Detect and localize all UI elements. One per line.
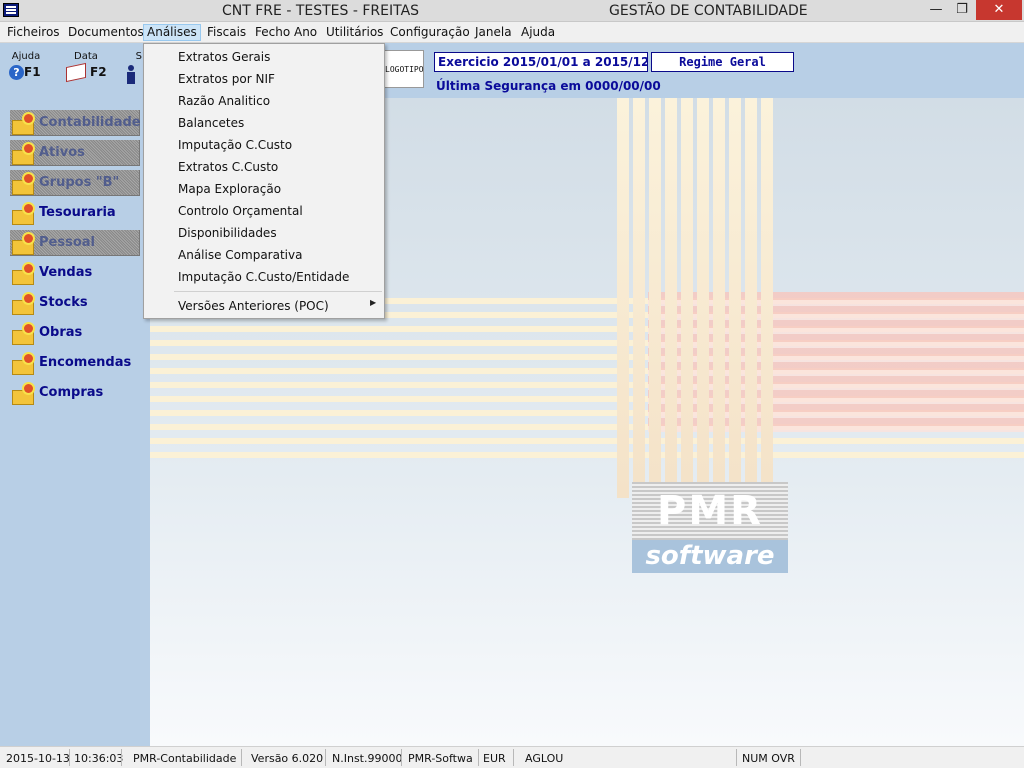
date-tool-button[interactable]: Data F2 bbox=[66, 51, 107, 87]
session-caption: S bbox=[135, 51, 142, 62]
sidebar-item-vendas[interactable]: Vendas bbox=[10, 260, 140, 286]
sidebar-item-contabilidade[interactable]: Contabilidade bbox=[10, 110, 141, 136]
app-module-title: GESTÃO DE CONTABILIDADE bbox=[609, 3, 808, 19]
folder-icon bbox=[12, 234, 36, 255]
status-company: PMR-Softwa bbox=[408, 752, 473, 765]
status-app: PMR-Contabilidade bbox=[133, 752, 237, 765]
restore-button[interactable]: ❐ bbox=[948, 0, 976, 20]
menu-fecho-ano[interactable]: Fecho Ano bbox=[252, 24, 320, 41]
status-version: Versão 6.020 bbox=[251, 752, 324, 765]
help-icon: ? bbox=[9, 65, 24, 80]
menu-janela[interactable]: Janela bbox=[472, 24, 515, 41]
sidebar-item-label: Pessoal bbox=[39, 235, 95, 250]
folder-icon bbox=[12, 384, 36, 405]
submenu-arrow-icon: ▶ bbox=[370, 298, 377, 307]
menu-item-versoes-anteriores[interactable]: Versões Anteriores (POC) bbox=[178, 299, 329, 313]
title-bar: CNT FRE - TESTES - FREITAS GESTÃO DE CON… bbox=[0, 0, 1024, 22]
software-logo-text: software bbox=[632, 540, 788, 573]
analises-dropdown-menu: Extratos Gerais Extratos por NIF Razão A… bbox=[143, 43, 385, 319]
menu-item-balancetes[interactable]: Balancetes bbox=[178, 116, 244, 130]
minimize-button[interactable]: — bbox=[922, 0, 950, 20]
sidebar-item-compras[interactable]: Compras bbox=[10, 380, 140, 406]
sidebar-item-label: Vendas bbox=[39, 265, 93, 280]
folder-icon bbox=[12, 144, 36, 165]
folder-icon bbox=[12, 174, 36, 195]
menu-item-mapa-exploracao[interactable]: Mapa Exploração bbox=[178, 182, 281, 196]
sidebar-item-tesouraria[interactable]: Tesouraria bbox=[10, 200, 140, 226]
company-logo-placeholder: LOGOTIPO bbox=[384, 50, 424, 88]
sidebar-item-label: Stocks bbox=[39, 295, 88, 310]
status-date: 2015-10-13 bbox=[6, 752, 70, 765]
menu-item-controlo-orcamental[interactable]: Controlo Orçamental bbox=[178, 204, 303, 218]
help-caption: Ajuda bbox=[11, 51, 41, 62]
sidebar-item-label: Encomendas bbox=[39, 355, 132, 370]
module-sidebar: Contabilidade Ativos Grupos "B" Tesourar… bbox=[0, 98, 150, 746]
status-install: N.Inst.99000 bbox=[332, 752, 403, 765]
pmr-logo: PMR bbox=[632, 482, 788, 540]
date-caption: Data bbox=[74, 51, 98, 62]
sidebar-item-label: Contabilidade bbox=[39, 115, 141, 130]
folder-icon bbox=[12, 204, 36, 225]
person-icon bbox=[126, 65, 136, 85]
help-tool-button[interactable]: Ajuda ? F1 bbox=[6, 51, 46, 87]
close-button[interactable]: ✕ bbox=[976, 0, 1022, 20]
exercise-period[interactable]: Exercicio 2015/01/01 a 2015/12/31 bbox=[434, 52, 648, 72]
menu-ficheiros[interactable]: Ficheiros bbox=[4, 24, 63, 41]
sidebar-item-label: Ativos bbox=[39, 145, 85, 160]
status-currency: EUR bbox=[483, 752, 506, 765]
status-time: 10:36:03 bbox=[74, 752, 124, 765]
menu-separator bbox=[174, 291, 382, 292]
sidebar-item-ativos[interactable]: Ativos bbox=[10, 140, 140, 166]
folder-icon bbox=[12, 294, 36, 315]
menu-item-disponibilidades[interactable]: Disponibilidades bbox=[178, 226, 277, 240]
background-columns bbox=[617, 98, 789, 498]
folder-icon bbox=[12, 264, 36, 285]
status-user: AGLOU bbox=[525, 752, 564, 765]
menu-ajuda[interactable]: Ajuda bbox=[518, 24, 558, 41]
help-shortcut: F1 bbox=[24, 65, 41, 79]
date-shortcut: F2 bbox=[90, 65, 107, 79]
sidebar-item-label: Grupos "B" bbox=[39, 175, 120, 190]
menu-documentos[interactable]: Documentos bbox=[65, 24, 147, 41]
menu-item-imputacao-ccusto[interactable]: Imputação C.Custo bbox=[178, 138, 292, 152]
menu-item-analise-comparativa[interactable]: Análise Comparativa bbox=[178, 248, 302, 262]
menu-fiscais[interactable]: Fiscais bbox=[204, 24, 249, 41]
calendar-icon bbox=[66, 62, 86, 83]
menu-configuracao[interactable]: Configuração bbox=[387, 24, 473, 41]
sidebar-item-obras[interactable]: Obras bbox=[10, 320, 140, 346]
menu-utilitarios[interactable]: Utilitários bbox=[323, 24, 386, 41]
menu-item-razao-analitico[interactable]: Razão Analitico bbox=[178, 94, 270, 108]
status-keys: NUM OVR bbox=[742, 752, 795, 765]
app-icon[interactable] bbox=[3, 3, 19, 17]
session-tool-button[interactable]: S bbox=[126, 51, 142, 87]
menu-bar: Ficheiros Documentos Análises Fiscais Fe… bbox=[0, 22, 1024, 43]
sidebar-item-pessoal[interactable]: Pessoal bbox=[10, 230, 140, 256]
status-bar: 2015-10-13 10:36:03 PMR-Contabilidade Ve… bbox=[0, 746, 1024, 768]
sidebar-item-label: Obras bbox=[39, 325, 83, 340]
sidebar-item-stocks[interactable]: Stocks bbox=[10, 290, 140, 316]
menu-item-imputacao-ccusto-entidade[interactable]: Imputação C.Custo/Entidade bbox=[178, 270, 349, 284]
regime-label: Regime Geral bbox=[651, 52, 794, 72]
sidebar-item-label: Tesouraria bbox=[39, 205, 116, 220]
window-title: CNT FRE - TESTES - FREITAS bbox=[222, 3, 420, 19]
menu-analises[interactable]: Análises bbox=[143, 24, 201, 41]
sidebar-item-encomendas[interactable]: Encomendas bbox=[10, 350, 140, 376]
folder-icon bbox=[12, 324, 36, 345]
folder-icon bbox=[12, 114, 36, 135]
sidebar-item-grupos-b[interactable]: Grupos "B" bbox=[10, 170, 140, 196]
last-backup-label: Última Segurança em 0000/00/00 bbox=[436, 79, 661, 93]
folder-icon bbox=[12, 354, 36, 375]
menu-item-extratos-nif[interactable]: Extratos por NIF bbox=[178, 72, 275, 86]
menu-item-extratos-ccusto[interactable]: Extratos C.Custo bbox=[178, 160, 278, 174]
menu-item-extratos-gerais[interactable]: Extratos Gerais bbox=[178, 50, 270, 64]
sidebar-item-label: Compras bbox=[39, 385, 104, 400]
